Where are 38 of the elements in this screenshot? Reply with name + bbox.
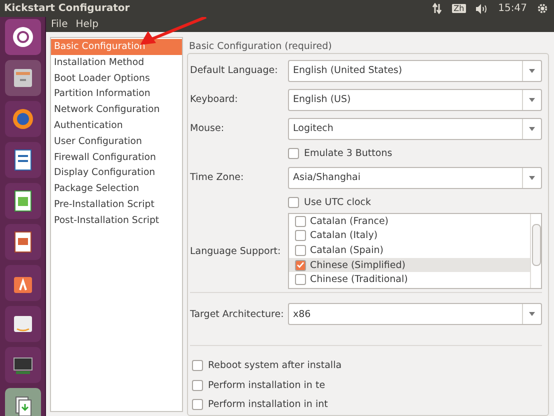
sidebar-item[interactable]: Firewall Configuration	[51, 150, 182, 166]
checkbox-label: Perform installation in int	[208, 399, 328, 410]
sidebar-item[interactable]: Post-Installation Script	[51, 212, 182, 229]
sidebar-item[interactable]: Network Configuration	[51, 102, 182, 118]
field-label: Time Zone:	[190, 172, 245, 183]
window-title: Kickstart Configurator	[4, 3, 131, 14]
sidebar-item[interactable]: Partition Information	[51, 86, 182, 102]
sidebar-item[interactable]: Boot Loader Options	[51, 70, 182, 86]
checkbox-label: Emulate 3 Buttons	[304, 148, 392, 158]
menu-item[interactable]: Help	[76, 19, 99, 30]
clock[interactable]: 15:47	[498, 3, 527, 14]
list-row[interactable]: Catalan (Spain)	[289, 243, 530, 258]
list-row[interactable]: Catalan (France)	[289, 214, 530, 229]
checkbox-label: Reboot system after installa	[208, 360, 342, 372]
dropdown[interactable]: Logitech	[288, 118, 542, 140]
list-row[interactable]: Catalan (Italy)	[289, 228, 530, 244]
checkbox-label: Use UTC clock	[304, 196, 372, 208]
sidebar-item[interactable]: Package Selection	[51, 181, 182, 197]
dropdown[interactable]: English (US)	[288, 88, 542, 110]
field-label: Target Architecture:	[190, 308, 284, 320]
sidebar-item[interactable]: Display Configuration	[51, 165, 182, 182]
field-label: Mouse:	[190, 123, 226, 134]
sidebar-item[interactable]: Pre-Installation Script	[51, 196, 182, 213]
section-title: Basic Configuration (required)	[188, 41, 333, 53]
checkbox-label: Perform installation in te	[208, 380, 326, 391]
sidebar-item[interactable]: Installation Method	[51, 54, 182, 71]
field-label: Default Language:	[190, 65, 279, 76]
dropdown[interactable]: English (United States)	[288, 60, 542, 82]
sidebar-item[interactable]: User Configuration	[51, 134, 182, 150]
sidebar-item[interactable]: Authentication	[51, 118, 182, 134]
list-row[interactable]: Chinese (Simplified)	[289, 258, 530, 272]
menu-item[interactable]: File	[51, 19, 68, 30]
field-label: Language Support:	[190, 246, 282, 256]
dropdown[interactable]: x86	[288, 303, 542, 325]
keyboard-layout-indicator[interactable]: Zh	[452, 4, 466, 13]
list-row[interactable]: Chinese (Traditional)	[289, 272, 530, 287]
dropdown[interactable]: Asia/Shanghai	[288, 166, 542, 188]
field-label: Keyboard:	[190, 94, 239, 105]
